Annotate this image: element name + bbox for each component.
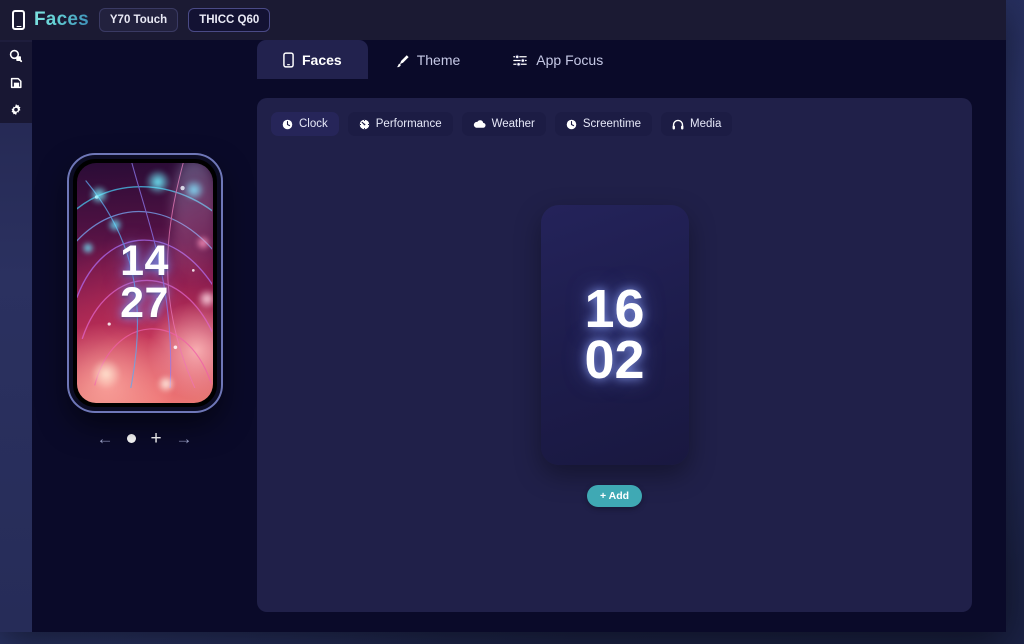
app-title: Faces xyxy=(34,9,89,30)
preview-clock: 14 27 xyxy=(120,237,169,327)
cloud-icon xyxy=(473,119,486,129)
device-preview-column: 14 27 ← + → xyxy=(32,40,257,632)
sidebar-item-save[interactable] xyxy=(0,69,32,96)
panel-column: Faces Theme App Focus Clock Performance … xyxy=(257,40,1006,632)
headphones-icon xyxy=(672,119,684,130)
chip-weather-label: Weather xyxy=(491,118,535,130)
app-window: Faces Y70 Touch THICC Q60 14 27 ← + → Fa… xyxy=(0,0,1006,632)
face-card-clock-time: 16 02 xyxy=(584,278,645,390)
widget-category-chips: Clock Performance Weather Screentime Med… xyxy=(271,112,958,136)
faces-panel: Clock Performance Weather Screentime Med… xyxy=(257,98,972,612)
phone-icon xyxy=(12,10,25,30)
main-area: 14 27 ← + → Faces Theme App Focus Clock … xyxy=(32,40,1006,632)
chip-media-label: Media xyxy=(690,118,722,130)
brush-icon xyxy=(394,53,409,68)
face-card-hours: 16 xyxy=(584,278,645,339)
tab-theme[interactable]: Theme xyxy=(368,40,487,79)
carousel-add-icon[interactable]: + xyxy=(150,429,161,448)
gauge-icon xyxy=(359,119,370,130)
chip-performance[interactable]: Performance xyxy=(347,112,453,136)
preview-clock-minutes: 27 xyxy=(120,278,169,327)
phone-preview[interactable]: 14 27 xyxy=(68,154,221,411)
phone-screen: 14 27 xyxy=(76,162,213,403)
clock-icon xyxy=(566,119,577,130)
app-body: 14 27 ← + → Faces Theme App Focus Clock … xyxy=(0,40,1006,632)
chip-clock-label: Clock xyxy=(299,118,328,130)
sliders-icon xyxy=(512,53,528,68)
search-icon xyxy=(9,49,23,63)
carousel-prev-arrow[interactable]: ← xyxy=(96,430,113,447)
phone-icon xyxy=(283,52,294,68)
tab-faces[interactable]: Faces xyxy=(257,40,368,79)
tab-bar: Faces Theme App Focus xyxy=(257,40,629,79)
face-card-clock[interactable]: 16 02 xyxy=(540,205,689,465)
face-editor-stage: 16 02 + Add xyxy=(257,150,972,612)
preview-clock-hours: 14 xyxy=(120,237,169,286)
chip-clock[interactable]: Clock xyxy=(271,112,339,136)
preview-carousel: ← + → xyxy=(96,429,192,448)
chip-media[interactable]: Media xyxy=(661,112,733,136)
save-icon xyxy=(9,76,23,90)
sidebar xyxy=(0,40,32,632)
tab-theme-label: Theme xyxy=(416,52,461,68)
gear-icon xyxy=(9,103,23,117)
device-button-y70[interactable]: Y70 Touch xyxy=(98,7,179,33)
chip-screentime-label: Screentime xyxy=(582,118,642,130)
chip-weather[interactable]: Weather xyxy=(461,112,546,136)
clock-icon xyxy=(282,119,293,130)
sidebar-item-search[interactable] xyxy=(0,42,32,69)
tab-faces-label: Faces xyxy=(302,52,342,68)
tab-app-focus[interactable]: App Focus xyxy=(486,40,629,79)
chip-performance-label: Performance xyxy=(375,118,442,130)
face-card-minutes: 02 xyxy=(584,330,645,390)
app-header: Faces Y70 Touch THICC Q60 xyxy=(0,0,1006,40)
chip-screentime[interactable]: Screentime xyxy=(554,112,653,136)
carousel-page-dot[interactable] xyxy=(127,433,137,443)
carousel-next-arrow[interactable]: → xyxy=(176,430,193,447)
app-brand: Faces xyxy=(12,9,89,31)
tab-app-focus-label: App Focus xyxy=(536,52,604,68)
add-widget-button[interactable]: + Add xyxy=(586,485,643,507)
sidebar-item-settings[interactable] xyxy=(0,96,32,123)
device-button-thicc[interactable]: THICC Q60 xyxy=(188,7,271,33)
